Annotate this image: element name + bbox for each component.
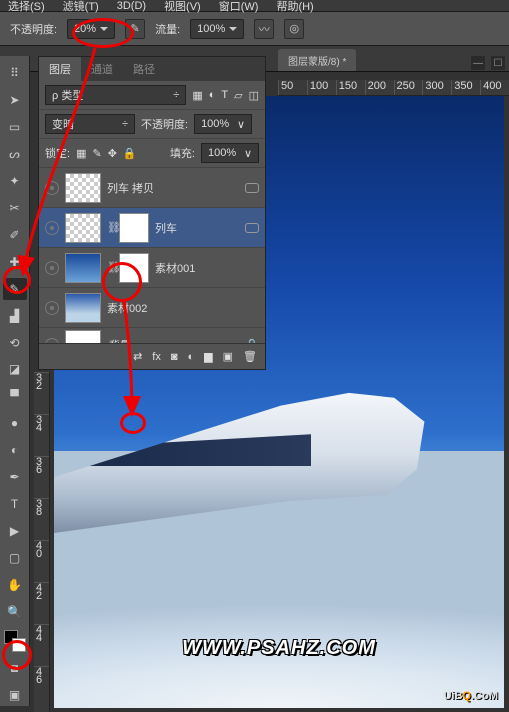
- layers-panel: 图层 通道 路径 ρ 类型÷ ▦ ◐ T ▱ ◫ 变暗÷ 不透明度: 100%∨…: [38, 56, 266, 370]
- layer-mask-thumb[interactable]: [119, 213, 149, 243]
- menu-filter[interactable]: 滤镜(T): [63, 0, 99, 14]
- flow-label: 流量:: [155, 21, 180, 37]
- color-swatch[interactable]: [4, 630, 26, 652]
- new-layer-icon[interactable]: ▣: [223, 350, 233, 363]
- hand-tool[interactable]: ✋: [3, 574, 27, 596]
- pressure-size-icon[interactable]: ◎: [284, 19, 304, 39]
- flow-combo[interactable]: 100%: [190, 19, 244, 39]
- visibility-icon[interactable]: [45, 181, 59, 195]
- stamp-tool[interactable]: ▟: [3, 305, 27, 327]
- canvas-artwork-train: [54, 390, 432, 549]
- opacity-combo[interactable]: 20%: [67, 19, 115, 39]
- visibility-icon[interactable]: [45, 221, 59, 235]
- link-layers-icon[interactable]: ⇄: [133, 350, 142, 363]
- lock-all-icon[interactable]: 🔒: [123, 147, 137, 160]
- visibility-icon[interactable]: [45, 301, 59, 315]
- blur-tool[interactable]: ●: [3, 412, 27, 434]
- layer-row[interactable]: 列车 拷贝: [39, 168, 265, 208]
- tab-layers[interactable]: 图层: [39, 57, 81, 81]
- menu-help[interactable]: 帮助(H): [276, 0, 313, 14]
- lock-image-icon[interactable]: ✎: [92, 147, 101, 160]
- restore-button[interactable]: ☐: [491, 56, 505, 70]
- watermark-text: WWW.PSAHZ.COM: [182, 637, 376, 660]
- document-tab[interactable]: 图层蒙版/8) *: [278, 49, 356, 71]
- layer-thumb[interactable]: [65, 293, 101, 323]
- link-icon[interactable]: [245, 223, 259, 233]
- link-icon[interactable]: [245, 183, 259, 193]
- quickmask-tool[interactable]: ◙: [3, 657, 27, 679]
- lock-transparent-icon[interactable]: ▦: [76, 147, 86, 160]
- screenmode-tool[interactable]: ▣: [3, 684, 27, 706]
- quick-select-tool[interactable]: ✦: [3, 170, 27, 192]
- handle-icon[interactable]: ⠿: [3, 62, 27, 84]
- fill-label: 填充:: [170, 145, 195, 161]
- tab-paths[interactable]: 路径: [123, 57, 165, 81]
- panel-opacity-label: 不透明度:: [141, 116, 188, 132]
- mask-link-icon[interactable]: ⛓: [107, 221, 113, 234]
- toolbar: ⠿ ➤ ▭ ᔕ ✦ ✂ ✐ ✚ ✎ ▟ ⟲ ◪ ▀ ● ◐ ✒ T ▶ ▢ ✋ …: [0, 56, 30, 706]
- panel-opacity-combo[interactable]: 100%∨: [194, 114, 252, 134]
- filter-smart-icon[interactable]: ◫: [249, 89, 259, 102]
- airbrush-icon[interactable]: 〰: [254, 19, 274, 39]
- lock-position-icon[interactable]: ✥: [108, 147, 117, 160]
- blend-mode-combo[interactable]: 变暗÷: [45, 114, 135, 134]
- zoom-tool[interactable]: 🔍: [3, 601, 27, 623]
- options-bar: 不透明度: 20% ✎ 流量: 100% 〰 ◎: [0, 12, 509, 46]
- opacity-label: 不透明度:: [10, 21, 57, 37]
- ruler-horizontal: 50100150200250300350400: [278, 80, 509, 96]
- shape-tool[interactable]: ▢: [3, 547, 27, 569]
- dodge-tool[interactable]: ◐: [3, 439, 27, 461]
- brush-tool[interactable]: ✎: [3, 278, 27, 300]
- background-color[interactable]: [12, 638, 26, 652]
- layer-row[interactable]: ⛓ 素材001: [39, 248, 265, 288]
- filter-type-icon[interactable]: T: [221, 89, 228, 101]
- filter-shape-icon[interactable]: ▱: [234, 89, 242, 102]
- menu-window[interactable]: 窗口(W): [219, 0, 259, 14]
- chevron-down-icon: [100, 27, 108, 31]
- pressure-opacity-icon[interactable]: ✎: [125, 19, 145, 39]
- eraser-tool[interactable]: ◪: [3, 358, 27, 380]
- pen-tool[interactable]: ✒: [3, 466, 27, 488]
- lock-label: 锁定:: [45, 145, 70, 161]
- menu-3d[interactable]: 3D(D): [117, 0, 146, 12]
- layer-list: 列车 拷贝 ⛓ 列车 ⛓ 素材001 素材002 背景 🔒: [39, 168, 265, 346]
- fx-icon[interactable]: fx: [152, 351, 161, 363]
- tab-channels[interactable]: 通道: [81, 57, 123, 81]
- layer-row[interactable]: ⛓ 列车: [39, 208, 265, 248]
- visibility-icon[interactable]: [45, 261, 59, 275]
- layer-thumb[interactable]: [65, 213, 101, 243]
- layer-thumb[interactable]: [65, 253, 101, 283]
- history-brush-tool[interactable]: ⟲: [3, 332, 27, 354]
- move-tool[interactable]: ➤: [3, 89, 27, 111]
- layer-mask-thumb[interactable]: [119, 253, 149, 283]
- eyedropper-tool[interactable]: ✐: [3, 224, 27, 246]
- healing-tool[interactable]: ✚: [3, 251, 27, 273]
- layer-row[interactable]: 素材002: [39, 288, 265, 328]
- layer-filter-kind[interactable]: ρ 类型÷: [45, 85, 186, 105]
- add-mask-icon[interactable]: ◙: [171, 351, 178, 363]
- marquee-tool[interactable]: ▭: [3, 116, 27, 138]
- layer-thumb[interactable]: [65, 173, 101, 203]
- opacity-value: 20%: [74, 23, 96, 35]
- menu-bar: 选择(S) 滤镜(T) 3D(D) 视图(V) 窗口(W) 帮助(H): [0, 0, 509, 12]
- ruler-vertical: 3234363840424446: [34, 372, 50, 712]
- mask-link-icon[interactable]: ⛓: [107, 261, 113, 274]
- filter-adjust-icon[interactable]: ◐: [209, 89, 216, 101]
- watermark-site: UiBQ.CoM: [444, 687, 498, 702]
- menu-view[interactable]: 视图(V): [164, 0, 201, 14]
- adjustment-layer-icon[interactable]: ◐: [188, 351, 195, 363]
- filter-pixel-icon[interactable]: ▦: [192, 89, 202, 102]
- fill-combo[interactable]: 100%∨: [201, 143, 259, 163]
- gradient-tool[interactable]: ▀: [3, 385, 27, 407]
- crop-tool[interactable]: ✂: [3, 197, 27, 219]
- chevron-down-icon: [229, 27, 237, 31]
- menu-select[interactable]: 选择(S): [8, 0, 45, 14]
- flow-value: 100%: [197, 23, 225, 35]
- path-select-tool[interactable]: ▶: [3, 520, 27, 542]
- group-icon[interactable]: ▆: [204, 350, 212, 363]
- lasso-tool[interactable]: ᔕ: [3, 143, 27, 165]
- delete-layer-icon[interactable]: 🗑: [243, 350, 257, 363]
- type-tool[interactable]: T: [3, 493, 27, 515]
- minimize-button[interactable]: —: [471, 56, 485, 70]
